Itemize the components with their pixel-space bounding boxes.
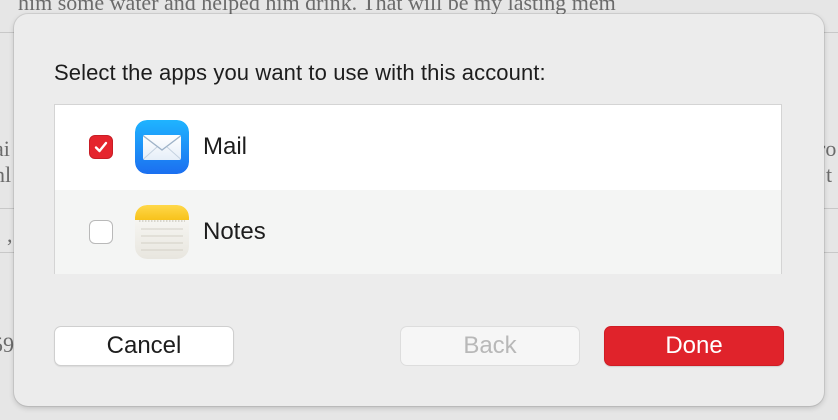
background-text-fragment: nl [0, 162, 12, 187]
app-label-notes: Notes [203, 218, 266, 245]
dialog-prompt: Select the apps you want to use with thi… [54, 60, 546, 85]
notes-icon [135, 205, 189, 259]
background-text-fragment: ai [0, 136, 10, 161]
back-button[interactable]: Back [400, 326, 580, 366]
mail-checkbox[interactable] [89, 135, 113, 159]
background-text-fragment: . , [0, 222, 13, 247]
background-text-fragment: t [826, 162, 833, 187]
background-text-fragment: 59 [0, 332, 14, 357]
done-button[interactable]: Done [604, 326, 784, 366]
mail-icon [135, 120, 189, 174]
notes-checkbox[interactable] [89, 220, 113, 244]
app-list: Mail Notes [54, 104, 782, 274]
account-apps-dialog: Select the apps you want to use with thi… [14, 14, 824, 406]
list-item-mail[interactable]: Mail [55, 105, 781, 189]
list-item-notes[interactable]: Notes [55, 190, 781, 274]
app-label-mail: Mail [203, 133, 248, 160]
checkmark-icon [94, 141, 108, 153]
cancel-button[interactable]: Cancel [54, 326, 234, 366]
